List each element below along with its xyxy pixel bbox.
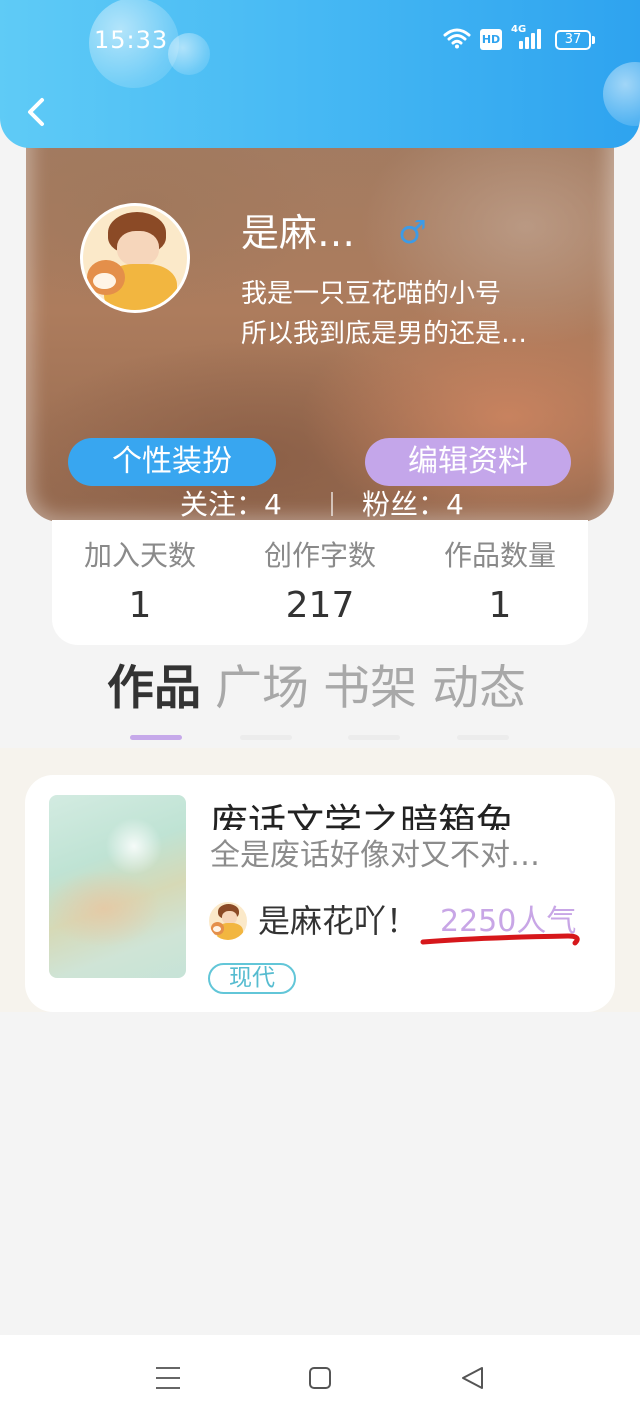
battery-icon: 37: [555, 30, 591, 50]
tab-bookshelf[interactable]: 书架: [323, 660, 423, 718]
stat-label-works: 作品数量: [443, 539, 556, 572]
hd-badge: HD: [480, 29, 502, 50]
menu-icon-line: [156, 1377, 180, 1379]
decorative-bubble: [168, 33, 210, 75]
edit-profile-button[interactable]: 编辑资料: [365, 438, 571, 486]
red-underline-annotation: [420, 933, 580, 946]
tab-works[interactable]: 作品: [107, 660, 207, 718]
triangle-back-icon[interactable]: [459, 1365, 487, 1391]
following-label: 关注：: [180, 488, 265, 521]
chevron-left-icon[interactable]: [24, 96, 48, 128]
follow-divider: [331, 492, 333, 516]
tab-indicator: [240, 735, 292, 740]
square-home-icon[interactable]: [309, 1367, 331, 1389]
tab-indicator-active: [130, 735, 182, 740]
followers-label: 粉丝：: [362, 488, 447, 521]
top-header: [0, 0, 640, 148]
signal-bar: [531, 33, 535, 49]
dress-up-button[interactable]: 个性装扮: [68, 438, 276, 486]
work-description: 全是废话好像对又不对…: [210, 838, 540, 873]
tab-activity[interactable]: 动态: [432, 660, 532, 718]
tab-plaza[interactable]: 广场: [215, 660, 315, 718]
profile-bio-line: 所以我到底是男的还是…: [241, 319, 528, 349]
avatar[interactable]: [80, 203, 190, 313]
menu-icon-line: [156, 1367, 180, 1369]
author-avatar: [208, 901, 248, 941]
tab-indicator: [457, 735, 509, 740]
following-stat[interactable]: 关注：4: [180, 487, 282, 523]
stat-value-days: 1: [128, 585, 152, 626]
tab-indicator: [348, 735, 400, 740]
work-title[interactable]: 废话文学之暗箱兔: [210, 804, 600, 830]
stat-value-works: 1: [488, 585, 512, 626]
work-title-clip: 废话文学之暗箱兔: [210, 800, 600, 830]
following-count: 4: [264, 488, 282, 521]
profile-name: 是麻…: [241, 211, 356, 255]
avatar-illustration-part: [221, 911, 237, 925]
avatar-illustration-part: [117, 230, 159, 267]
network-type-label: 4G: [511, 24, 527, 35]
followers-count: 4: [446, 488, 464, 521]
male-icon: ♂: [398, 213, 427, 251]
signal-bar: [519, 41, 523, 49]
status-time: 15:33: [94, 26, 169, 54]
battery-nub: [592, 36, 595, 44]
stat-label-words: 创作字数: [263, 539, 376, 572]
followers-stat[interactable]: 粉丝：4: [362, 487, 464, 523]
stat-label-days: 加入天数: [83, 539, 196, 572]
signal-bar: [525, 37, 529, 49]
decorative-bubble: [603, 62, 640, 126]
stat-value-words: 217: [285, 585, 355, 626]
work-cover-image[interactable]: [49, 795, 186, 978]
signal-bar: [537, 29, 541, 49]
genre-tag: 现代: [208, 963, 296, 994]
menu-icon-line: [156, 1387, 180, 1389]
profile-bio-line: 我是一只豆花喵的小号: [241, 279, 502, 309]
wifi-icon: [443, 28, 471, 49]
work-author: 是麻花吖！: [258, 902, 419, 940]
